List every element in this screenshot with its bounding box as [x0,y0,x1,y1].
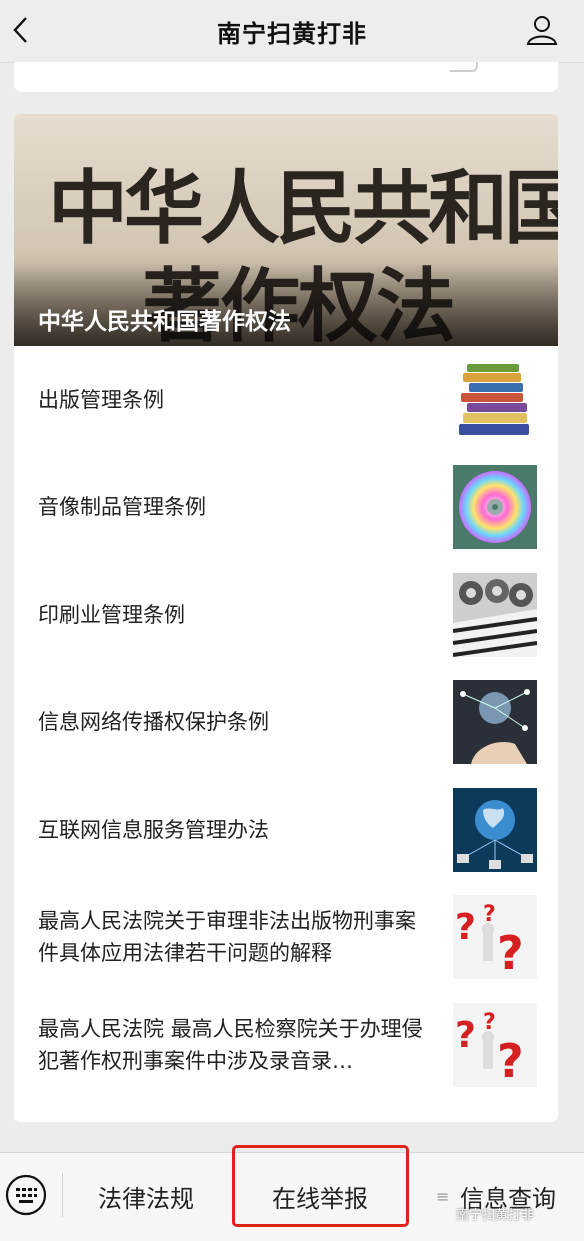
svg-text:?: ? [455,907,476,948]
list-item[interactable]: 印刷业管理条例 [14,561,558,669]
article-title: 出版管理条例 [38,387,164,412]
hero-caption: 中华人民共和国著作权法 [38,309,291,335]
question-marks-icon: ? ? ? [453,1002,537,1087]
globe-network-icon [453,787,537,872]
top-navigation-bar: 南宁扫黄打非 [0,0,584,63]
list-item[interactable]: 音像制品管理条例 [14,454,558,562]
svg-text:?: ? [455,1015,476,1056]
printing-press-icon [453,572,537,657]
article-title: 最高人民法院关于审理非法出版物刑事案件具体应用法律若干问题的解释 [38,909,416,966]
article-title: 信息网络传播权保护条例 [38,710,269,735]
article-title: 印刷业管理条例 [38,602,185,627]
watermark: 南宁扫黄打非 [456,1208,535,1223]
keyboard-icon[interactable] [4,1173,48,1217]
article-list: 出版管理条例 音像制品管理条例 印刷业管理条例 信息网络传播权保护条例 互联网信… [14,346,558,1099]
article-card: 中华人民共和国 著作权法 中华人民共和国著作权法 出版管理条例 音像制品管理条例 [14,114,558,1122]
hero-article[interactable]: 中华人民共和国 著作权法 中华人民共和国著作权法 [14,114,558,346]
list-item[interactable]: 最高人民法院 最高人民检察院关于办理侵犯著作权刑事案件中涉及录音录… ? ? ? [14,991,558,1099]
svg-text:?: ? [497,926,524,979]
menu-tab-laws[interactable]: 法律法规 [98,1179,194,1214]
question-marks-icon: ? ? ? [453,895,537,980]
user-profile-icon[interactable] [524,12,560,48]
submenu-icon: ≡ [436,1187,450,1206]
books-icon [453,357,537,442]
list-item[interactable]: 出版管理条例 [14,346,558,454]
previous-card-edge [14,62,558,92]
article-title: 互联网信息服务管理办法 [38,817,269,842]
article-title: 音像制品管理条例 [38,495,206,520]
network-hand-icon [453,680,537,765]
highlight-box [232,1145,409,1227]
page-title: 南宁扫黄打非 [217,20,367,48]
cd-disc-icon [453,465,537,550]
article-title: 最高人民法院 最高人民检察院关于办理侵犯著作权刑事案件中涉及录音录… [38,1016,423,1073]
list-item[interactable]: 信息网络传播权保护条例 [14,669,558,777]
list-item[interactable]: 互联网信息服务管理办法 [14,776,558,884]
list-item[interactable]: 最高人民法院关于审理非法出版物刑事案件具体应用法律若干问题的解释 ? ? ? [14,884,558,992]
svg-text:?: ? [497,1034,524,1087]
